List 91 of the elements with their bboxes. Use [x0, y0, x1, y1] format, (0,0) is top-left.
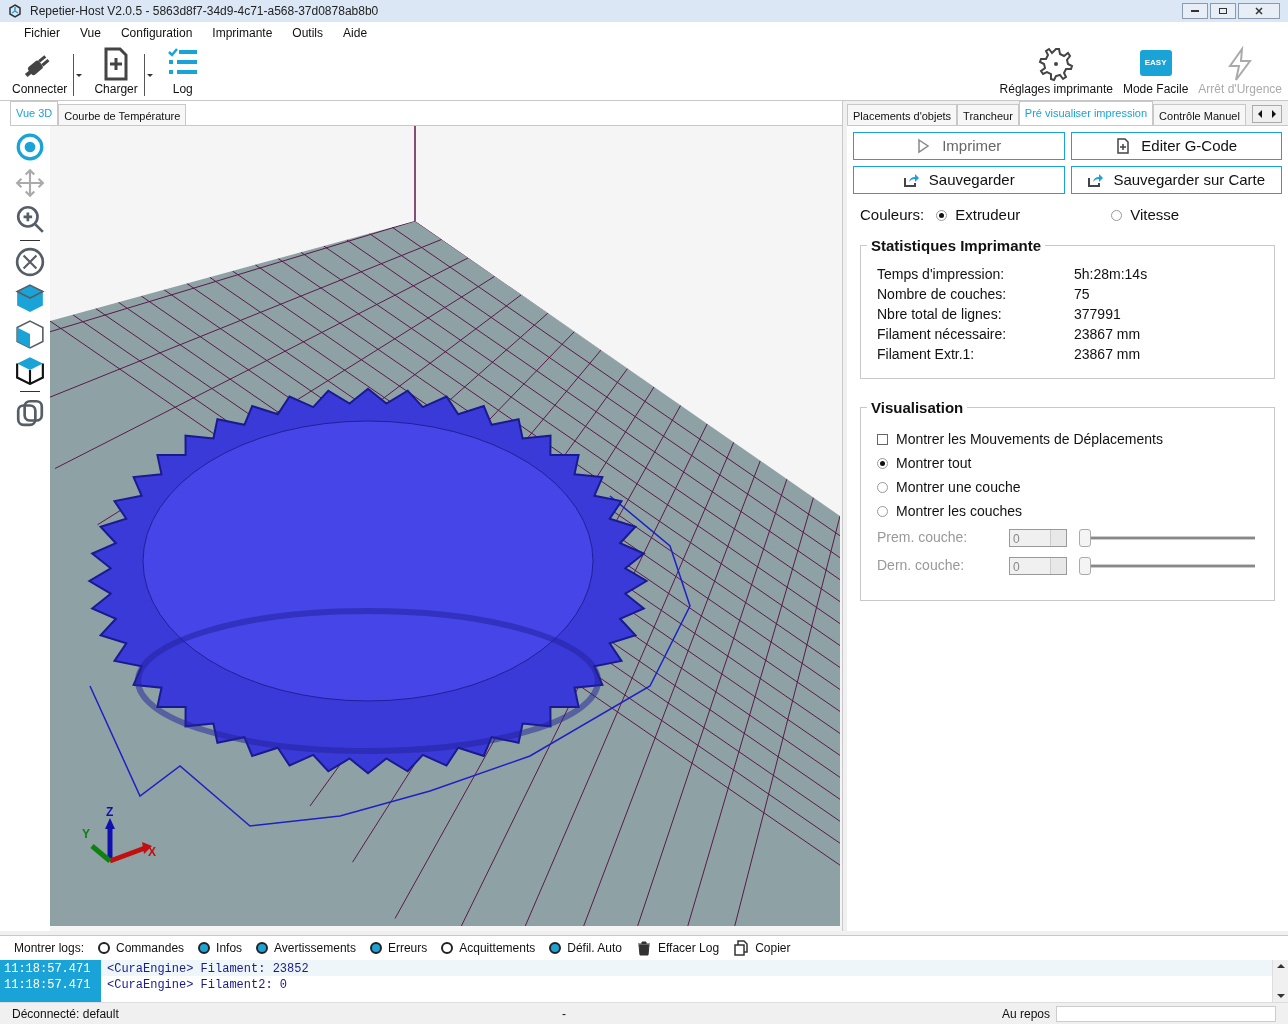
layer-slider[interactable]: [1079, 528, 1255, 547]
radio-label: Extrudeur: [955, 205, 1021, 225]
toolbar-button[interactable]: Charger: [92, 46, 140, 96]
radio-button[interactable]: [877, 458, 888, 469]
log-filter[interactable]: Défil. Auto: [549, 939, 622, 957]
log-filter[interactable]: Erreurs: [369, 939, 428, 957]
layer-label: Prem. couche:: [877, 528, 969, 547]
toggle-indicator[interactable]: [98, 942, 111, 954]
rotate-icon[interactable]: [15, 132, 45, 162]
minimize-button[interactable]: [1182, 3, 1208, 19]
layer-label: Dern. couche:: [877, 556, 966, 575]
log-filter-label: Montrer logs:: [14, 940, 85, 957]
toggle-indicator[interactable]: [441, 942, 454, 954]
tab-scroll-buttons[interactable]: [1251, 105, 1282, 123]
menu-item[interactable]: Configuration: [110, 24, 203, 42]
tab[interactable]: Contrôle Manuel: [1153, 104, 1246, 125]
toolbar-button[interactable]: Réglages imprimante: [999, 46, 1113, 96]
window-title: Repetier-Host V2.0.5 - 5863d8f7-34d9-4c71-a568-37d0878ab8b0: [30, 3, 379, 20]
menu-item[interactable]: Imprimante: [202, 24, 283, 42]
axis-label: Z: [106, 805, 114, 819]
share-icon: [902, 172, 919, 188]
stat-label: Filament Extr.1:: [877, 344, 976, 364]
log-filter[interactable]: Commandes: [98, 939, 185, 957]
app-icon: [8, 4, 22, 18]
menu-item[interactable]: Outils: [282, 24, 334, 42]
log-filter[interactable]: Avertissements: [256, 939, 356, 957]
menu-item[interactable]: Vue: [70, 24, 111, 42]
radio-button[interactable]: [877, 506, 888, 517]
stat-label: Filament nécessaire:: [877, 324, 1008, 344]
menu-item[interactable]: Aide: [333, 24, 378, 42]
stat-value: 377991: [1074, 304, 1121, 324]
radio-button[interactable]: [877, 482, 888, 493]
cube-icon[interactable]: [15, 355, 45, 385]
option-label: Montrer tout: [896, 454, 972, 473]
stat-value: 75: [1074, 284, 1090, 304]
easy-badge: EASY: [1139, 50, 1172, 76]
option-label: Montrer une couche: [896, 478, 1021, 497]
layer-slider[interactable]: [1079, 556, 1255, 575]
scrollbar[interactable]: [1272, 960, 1288, 1002]
overlapping-squares-icon[interactable]: [15, 398, 45, 428]
toolbar-button[interactable]: Log: [162, 46, 203, 96]
stat-label: Nombre de couches:: [877, 284, 1008, 304]
log-time: 11:18:57.471: [0, 976, 101, 992]
option-label: Montrer les couches: [896, 502, 1023, 521]
tab[interactable]: Placements d'objets: [847, 104, 958, 125]
log-message: <CuraEngine> Filament: 23852: [106, 961, 309, 976]
tab[interactable]: Courbe de Température: [58, 104, 187, 125]
close-icon: [1255, 7, 1263, 15]
checkbox[interactable]: [877, 434, 888, 445]
cube-icon[interactable]: [15, 319, 45, 349]
radio-button[interactable]: [936, 209, 948, 221]
trash-icon: [636, 940, 652, 956]
axis-label: Y: [82, 827, 90, 841]
stat-label: Temps d'impression:: [877, 264, 1006, 284]
colors-label: Couleurs:: [860, 205, 925, 225]
toggle-indicator[interactable]: [369, 942, 382, 954]
printer-state: Au repos: [1002, 1005, 1051, 1023]
action-button[interactable]: Sauvegarder sur Carte: [1070, 166, 1282, 194]
stat-value: 23867 mm: [1074, 324, 1141, 344]
stat-label: Nbre total de lignes:: [877, 304, 1003, 324]
axis-label: X: [148, 845, 156, 859]
cube-icon[interactable]: [15, 283, 45, 313]
option-label: Montrer les Mouvements de Déplacements: [896, 430, 1163, 449]
toggle-indicator[interactable]: [549, 942, 562, 954]
log-filter[interactable]: Copier: [733, 939, 791, 957]
document-plus-icon: [1115, 138, 1132, 154]
menu-item[interactable]: Fichier: [14, 24, 70, 42]
action-button[interactable]: Editer G-Code: [1070, 132, 1282, 160]
toolbar-button[interactable]: EASY Mode Facile: [1122, 50, 1189, 96]
zoom-in-icon[interactable]: [15, 204, 45, 234]
restore-button[interactable]: [1210, 3, 1236, 19]
connection-status: Déconnecté: default: [12, 1005, 120, 1023]
stat-value: 23867 mm: [1074, 344, 1141, 364]
log-message: <CuraEngine> Filament2: 0: [106, 977, 288, 992]
radio-label: Vitesse: [1130, 205, 1180, 225]
fit-view-icon[interactable]: [15, 247, 45, 277]
copy-icon: [733, 940, 750, 956]
toggle-indicator[interactable]: [198, 942, 211, 954]
share-icon: [1087, 172, 1104, 188]
log-filter[interactable]: Infos: [198, 939, 243, 957]
log-time: 11:18:57.471: [0, 960, 101, 976]
log-filter[interactable]: Effacer Log: [636, 939, 720, 957]
stat-value: 5h:28m:14s: [1074, 264, 1148, 284]
log-filter[interactable]: Acquittements: [441, 939, 536, 957]
status-separator: -: [562, 1005, 567, 1023]
toolbar-button[interactable]: Connecter: [10, 46, 70, 96]
settings-icon: [1038, 46, 1075, 82]
tab[interactable]: Trancheur: [957, 104, 1019, 125]
action-button[interactable]: Sauvegarder: [853, 166, 1065, 194]
radio-button[interactable]: [1111, 209, 1123, 221]
toggle-indicator[interactable]: [256, 942, 269, 954]
